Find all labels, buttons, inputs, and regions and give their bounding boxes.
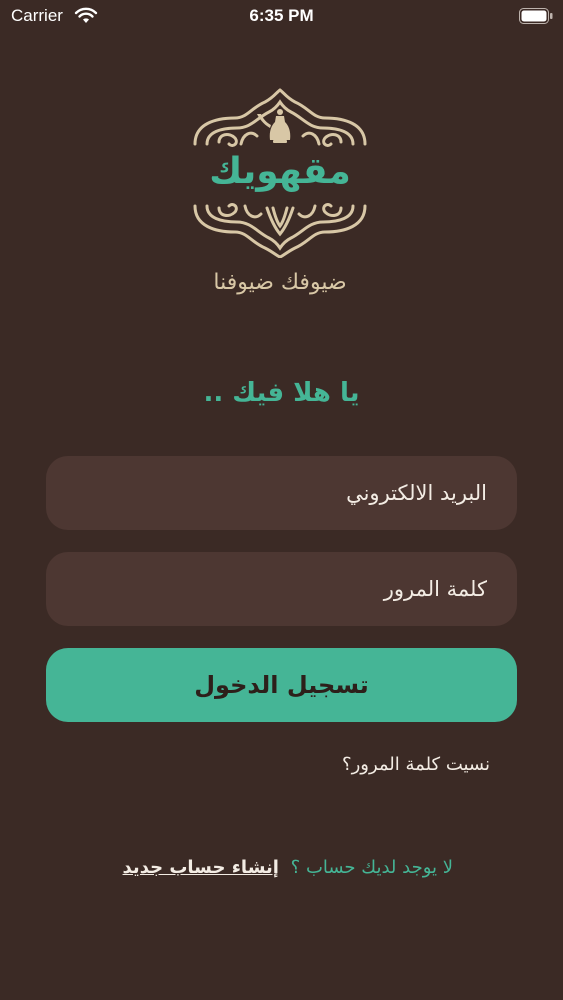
create-account-link[interactable]: إنشاء حساب جديد [123,857,279,878]
login-button[interactable]: تسجيل الدخول [46,648,517,722]
email-field[interactable] [46,456,517,530]
password-field[interactable] [46,552,517,626]
forgot-password-link[interactable]: نسيت كلمة المرور؟ [300,754,490,775]
greeting-heading: يا هلا فيك .. [203,378,360,408]
status-bar: Carrier 6:35 PM [0,0,563,32]
battery-icon [519,8,553,24]
brand-name: مقهويك [209,151,351,192]
brand-tagline: ضيوفك ضيوفنا [213,270,347,295]
no-account-text: لا يوجد لديك حساب ؟ [290,857,453,878]
signup-prompt: لا يوجد لديك حساب ؟ إنشاء حساب جديد [60,857,453,878]
status-time: 6:35 PM [249,6,314,25]
